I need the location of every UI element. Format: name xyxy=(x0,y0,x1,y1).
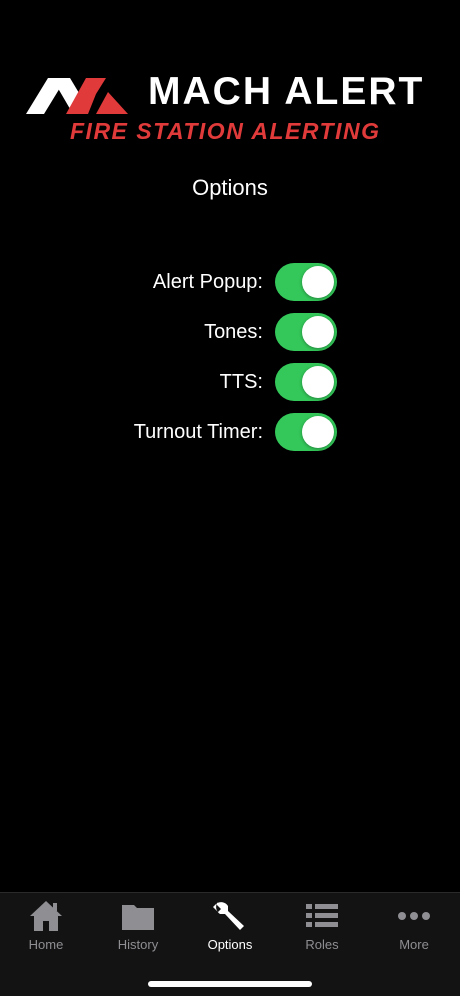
tab-more[interactable]: More xyxy=(368,899,460,959)
tab-label: Options xyxy=(207,937,253,952)
toggle-knob xyxy=(302,416,334,448)
home-icon xyxy=(30,901,62,931)
home-indicator xyxy=(148,981,312,987)
tab-history[interactable]: History xyxy=(92,899,184,959)
options-list: Alert Popup: Tones: TTS: Turnout Timer: xyxy=(0,263,460,463)
option-label: Turnout Timer: xyxy=(133,421,263,443)
toggle-knob xyxy=(302,316,334,348)
tab-bar: Home History Options Roles More xyxy=(0,892,460,996)
brand-name: MACH ALERT xyxy=(148,70,425,113)
tts-toggle[interactable] xyxy=(275,363,337,401)
brand-tagline: FIRE STATION ALERTING xyxy=(70,118,381,144)
tab-label: History xyxy=(117,937,159,952)
tones-toggle[interactable] xyxy=(275,313,337,351)
folder-icon xyxy=(122,905,154,930)
tab-label: More xyxy=(399,937,429,952)
list-icon xyxy=(306,904,338,927)
tab-home[interactable]: Home xyxy=(0,899,92,959)
toggle-knob xyxy=(302,266,334,298)
mach-alert-logo-icon xyxy=(26,78,128,114)
page-title: Options xyxy=(192,175,268,200)
option-tts: TTS: xyxy=(0,363,460,413)
option-label: Alert Popup: xyxy=(152,271,263,293)
option-tones: Tones: xyxy=(0,313,460,363)
toggle-knob xyxy=(302,366,334,398)
option-turnout-timer: Turnout Timer: xyxy=(0,413,460,463)
tab-roles[interactable]: Roles xyxy=(276,899,368,959)
wrench-icon xyxy=(213,902,244,930)
tab-label: Roles xyxy=(305,937,339,952)
option-alert-popup: Alert Popup: xyxy=(0,263,460,313)
tab-label: Home xyxy=(28,937,64,952)
brand-logo: MACH ALERT FIRE STATION ALERTING xyxy=(26,70,436,146)
tab-options[interactable]: Options xyxy=(184,899,276,959)
more-dots-icon xyxy=(398,912,430,920)
alert-popup-toggle[interactable] xyxy=(275,263,337,301)
option-label: Tones: xyxy=(204,321,263,343)
turnout-timer-toggle[interactable] xyxy=(275,413,337,451)
option-label: TTS: xyxy=(219,371,263,393)
